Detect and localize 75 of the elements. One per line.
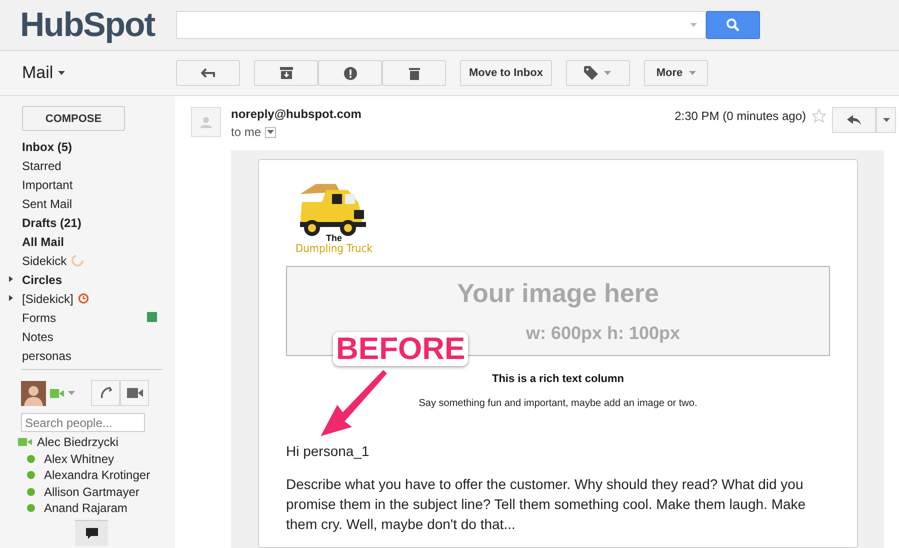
column-title: This is a rich text column bbox=[490, 373, 626, 385]
video-camera-icon bbox=[126, 388, 142, 398]
online-status-dot bbox=[27, 504, 35, 512]
caret-icon bbox=[68, 391, 75, 395]
online-status-dot bbox=[27, 471, 35, 480]
recipient-details[interactable]: to me bbox=[231, 125, 362, 139]
body-paragraph: Describe what you have to offer the customer. Why should they read? What did you promise them in the subject line? Tell them something cool. Make them laugh. Make them cry. Well, maybe don't do that... bbox=[286, 475, 807, 534]
tag-icon bbox=[584, 66, 598, 80]
phone-icon bbox=[100, 387, 112, 399]
more-actions-button[interactable] bbox=[876, 107, 896, 133]
caret-icon bbox=[690, 23, 697, 27]
contact-name[interactable]: Allison Gartmayer bbox=[44, 484, 140, 499]
folder-link[interactable]: Starred bbox=[22, 158, 62, 172]
more-button[interactable]: More bbox=[644, 60, 708, 86]
caret-icon bbox=[688, 71, 696, 75]
logo-text: Dumpling Truck bbox=[296, 243, 372, 254]
contact-name[interactable]: Alex Whitney bbox=[44, 452, 114, 466]
search-icon bbox=[726, 18, 740, 32]
placeholder-title: Your image here bbox=[457, 278, 659, 309]
sender-email: noreply@hubspot.com bbox=[231, 107, 362, 121]
phone-call-button[interactable] bbox=[91, 380, 120, 406]
trash-icon bbox=[408, 66, 420, 80]
folder-link[interactable]: Forms bbox=[22, 310, 56, 324]
folder-link[interactable]: Drafts (21) bbox=[22, 216, 82, 230]
contact-name[interactable]: Alec Biedrzycki bbox=[37, 435, 118, 450]
search-button[interactable] bbox=[706, 11, 760, 39]
expand-arrow-icon[interactable] bbox=[9, 295, 13, 301]
greeting-text: Hi persona_1 bbox=[286, 443, 370, 459]
search-people-field[interactable]: Search people... bbox=[21, 413, 145, 432]
spam-button[interactable] bbox=[318, 60, 382, 86]
chat-button[interactable] bbox=[75, 520, 108, 546]
before-callout: BEFORE bbox=[333, 332, 468, 366]
placeholder-size: w: 600px h: 100px bbox=[524, 323, 680, 344]
contact-name[interactable]: Alexandra Krotinger bbox=[44, 468, 150, 482]
online-status-dot bbox=[27, 488, 35, 496]
contact-name[interactable]: Anand Rajaram bbox=[44, 501, 128, 516]
spinner-icon bbox=[70, 254, 84, 267]
folder-link[interactable]: Sent Mail bbox=[22, 196, 72, 210]
reply-button[interactable] bbox=[832, 107, 876, 133]
move-to-inbox-button[interactable]: Move to Inbox bbox=[460, 60, 552, 86]
archive-icon bbox=[280, 67, 292, 79]
folder-link[interactable]: Inbox (5) bbox=[22, 140, 72, 154]
video-status-icon bbox=[18, 438, 32, 446]
folder-link[interactable]: [Sidekick] bbox=[22, 292, 74, 306]
sender-avatar bbox=[191, 107, 221, 137]
folder-link[interactable]: All Mail bbox=[22, 234, 64, 248]
exclamation-icon bbox=[344, 66, 356, 80]
speech-bubble-icon bbox=[86, 528, 98, 538]
back-arrow-icon bbox=[201, 68, 215, 78]
expand-arrow-icon[interactable] bbox=[9, 276, 13, 282]
mail-menu[interactable]: Mail bbox=[0, 62, 176, 84]
online-status-dot bbox=[27, 454, 35, 463]
clock-icon bbox=[78, 293, 90, 304]
folder-link[interactable]: Sidekick bbox=[22, 254, 67, 268]
caret-icon bbox=[882, 118, 890, 122]
archive-button[interactable] bbox=[254, 60, 318, 86]
column-text: Say something fun and important, maybe add an image or two. bbox=[418, 398, 698, 409]
reply-icon bbox=[847, 115, 861, 125]
star-icon[interactable] bbox=[812, 109, 826, 123]
caret-icon bbox=[267, 130, 274, 134]
caret-icon bbox=[604, 71, 612, 75]
labels-button[interactable] bbox=[566, 60, 630, 86]
logo-text: The bbox=[326, 234, 342, 243]
folder-link[interactable]: personas bbox=[22, 348, 72, 362]
message-time: 2:30 PM (0 minutes ago) bbox=[674, 109, 806, 123]
caret-icon bbox=[58, 71, 66, 75]
delete-button[interactable] bbox=[382, 60, 446, 86]
back-button[interactable] bbox=[176, 60, 240, 86]
folder-link[interactable]: Important bbox=[22, 178, 73, 192]
avatar-silhouette[interactable] bbox=[21, 380, 46, 406]
compose-button[interactable]: COMPOSE bbox=[22, 106, 125, 131]
folder-link[interactable]: Circles bbox=[22, 272, 62, 286]
search-field[interactable] bbox=[176, 11, 706, 39]
folder-link[interactable]: Notes bbox=[22, 330, 54, 344]
video-call-button[interactable] bbox=[120, 380, 149, 406]
